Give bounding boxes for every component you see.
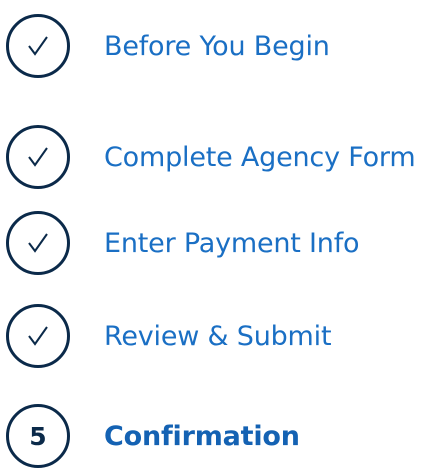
checkmark-icon [28,326,48,346]
step-label[interactable]: Complete Agency Form [104,142,416,173]
step-label[interactable]: Before You Begin [104,31,330,62]
step-status-circle [6,211,70,275]
step-status-circle [6,14,70,78]
checkmark-icon [28,147,48,167]
step-label[interactable]: Review & Submit [104,321,332,352]
step-label-current: Confirmation [104,420,300,452]
checkmark-icon [28,36,48,56]
step-number-circle: 5 [6,404,70,468]
step-confirmation: 5 Confirmation [6,404,300,468]
checkmark-icon [28,233,48,253]
step-review-submit[interactable]: Review & Submit [6,304,332,368]
step-before-you-begin[interactable]: Before You Begin [6,14,330,78]
progress-steps: Before You Begin Complete Agency Form En… [0,0,434,468]
step-number: 5 [29,421,47,451]
step-label[interactable]: Enter Payment Info [104,228,360,259]
step-complete-agency-form[interactable]: Complete Agency Form [6,125,416,189]
step-status-circle [6,125,70,189]
step-enter-payment-info[interactable]: Enter Payment Info [6,211,360,275]
step-status-circle [6,304,70,368]
